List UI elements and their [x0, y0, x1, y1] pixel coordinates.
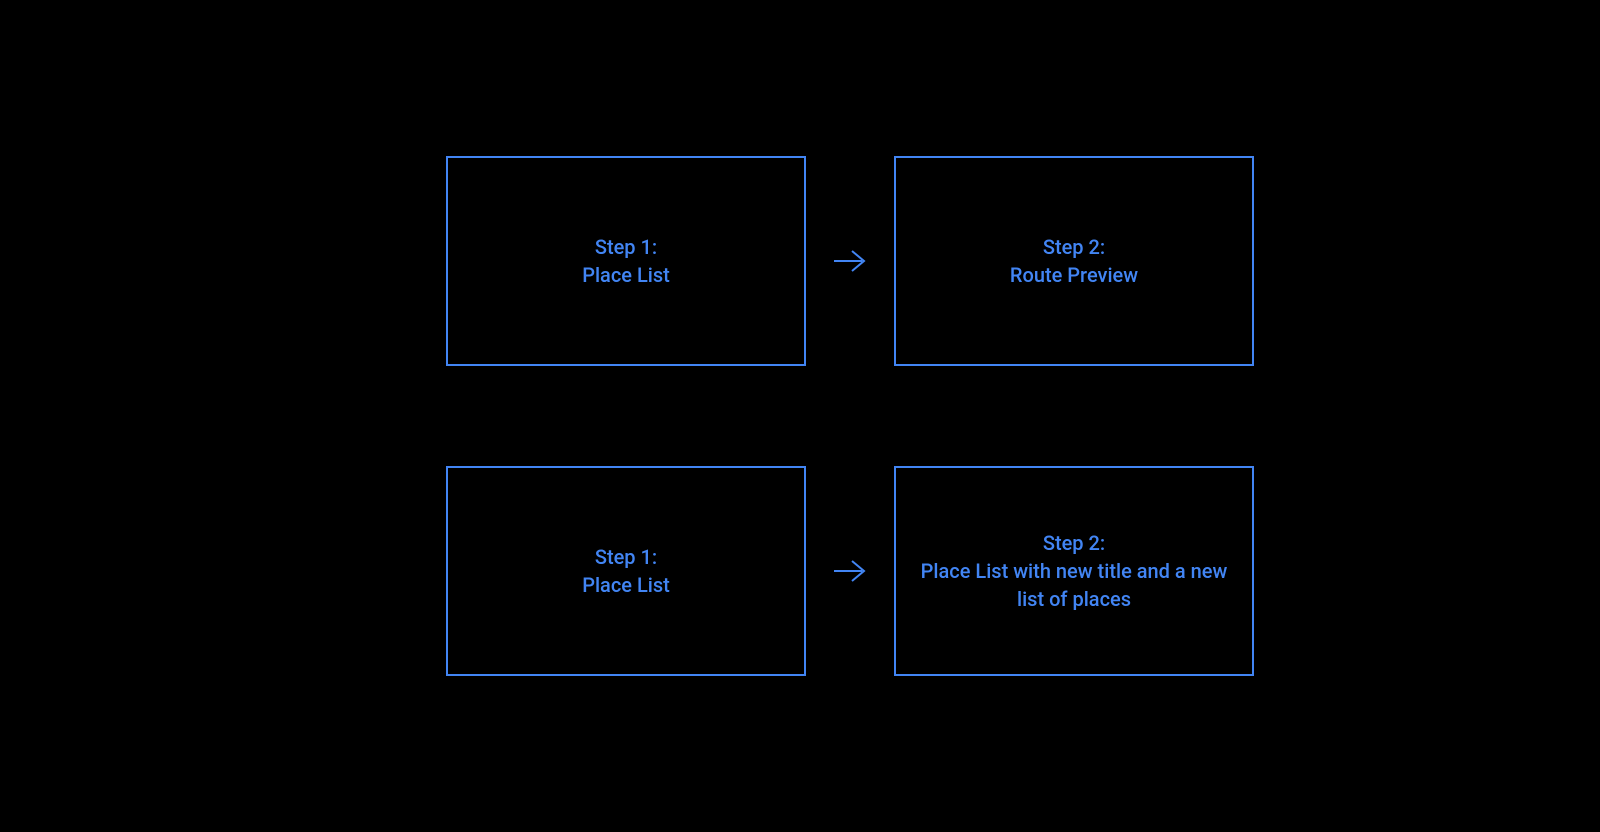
step-title: Step 1: [582, 543, 670, 571]
arrow-right-icon [830, 557, 870, 585]
step-text: Step 2: Place List with new title and a … [916, 529, 1232, 613]
step-body: Route Preview [1010, 261, 1138, 289]
step-box-2-2: Step 2: Place List with new title and a … [894, 466, 1254, 676]
arrow-right-icon [830, 247, 870, 275]
step-body: Place List [582, 571, 670, 599]
flow-row-2: Step 1: Place List Step 2: Place List wi… [446, 466, 1254, 676]
flow-row-1: Step 1: Place List Step 2: Route Preview [446, 156, 1254, 366]
step-title: Step 2: [1010, 233, 1138, 261]
step-body: Place List [582, 261, 670, 289]
step-title: Step 2: [916, 529, 1232, 557]
step-text: Step 2: Route Preview [1010, 233, 1138, 289]
step-box-1-1: Step 1: Place List [446, 156, 806, 366]
step-text: Step 1: Place List [582, 543, 670, 599]
step-text: Step 1: Place List [582, 233, 670, 289]
step-title: Step 1: [582, 233, 670, 261]
step-box-2-1: Step 1: Place List [446, 466, 806, 676]
step-body: Place List with new title and a new list… [916, 557, 1232, 613]
step-box-1-2: Step 2: Route Preview [894, 156, 1254, 366]
